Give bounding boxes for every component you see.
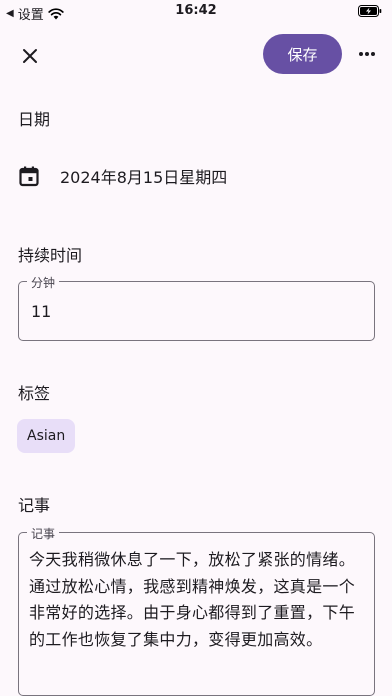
notes-textarea[interactable]: 记事 今天我稍微休息了一下，放松了紧张的情绪。通过放松心情，我感到精神焕发，这真… <box>18 525 375 696</box>
minutes-value: 11 <box>31 302 52 321</box>
more-options-button[interactable] <box>352 38 382 70</box>
close-button[interactable] <box>12 38 48 74</box>
battery-charging-icon <box>358 5 382 17</box>
minutes-field-label: 分钟 <box>27 274 60 291</box>
duration-section-label: 持续时间 <box>18 246 83 265</box>
status-bar: ◀ 设置 16:42 <box>0 0 392 24</box>
more-horiz-icon <box>359 52 375 56</box>
notes-value: 今天我稍微休息了一下，放松了紧张的情绪。通过放松心情，我感到精神焕发，这真是一个… <box>29 550 356 649</box>
close-icon <box>23 49 37 63</box>
calendar-icon <box>19 166 39 187</box>
date-section-label: 日期 <box>18 110 51 129</box>
edit-entry-screen: ◀ 设置 16:42 保存 日期 2024年8月15日星期四 持续时间 分钟 1… <box>0 0 392 696</box>
notes-section-label: 记事 <box>18 496 51 515</box>
tag-chip[interactable]: Asian <box>17 419 76 453</box>
status-right <box>358 5 382 21</box>
date-picker-row[interactable]: 2024年8月15日星期四 <box>18 160 227 192</box>
notes-field-label: 记事 <box>27 525 60 542</box>
save-button[interactable]: 保存 <box>263 34 342 74</box>
status-time: 16:42 <box>175 3 217 18</box>
tags-section-label: 标签 <box>18 384 51 403</box>
minutes-input[interactable]: 分钟 11 <box>18 274 375 341</box>
date-value: 2024年8月15日星期四 <box>60 168 228 187</box>
